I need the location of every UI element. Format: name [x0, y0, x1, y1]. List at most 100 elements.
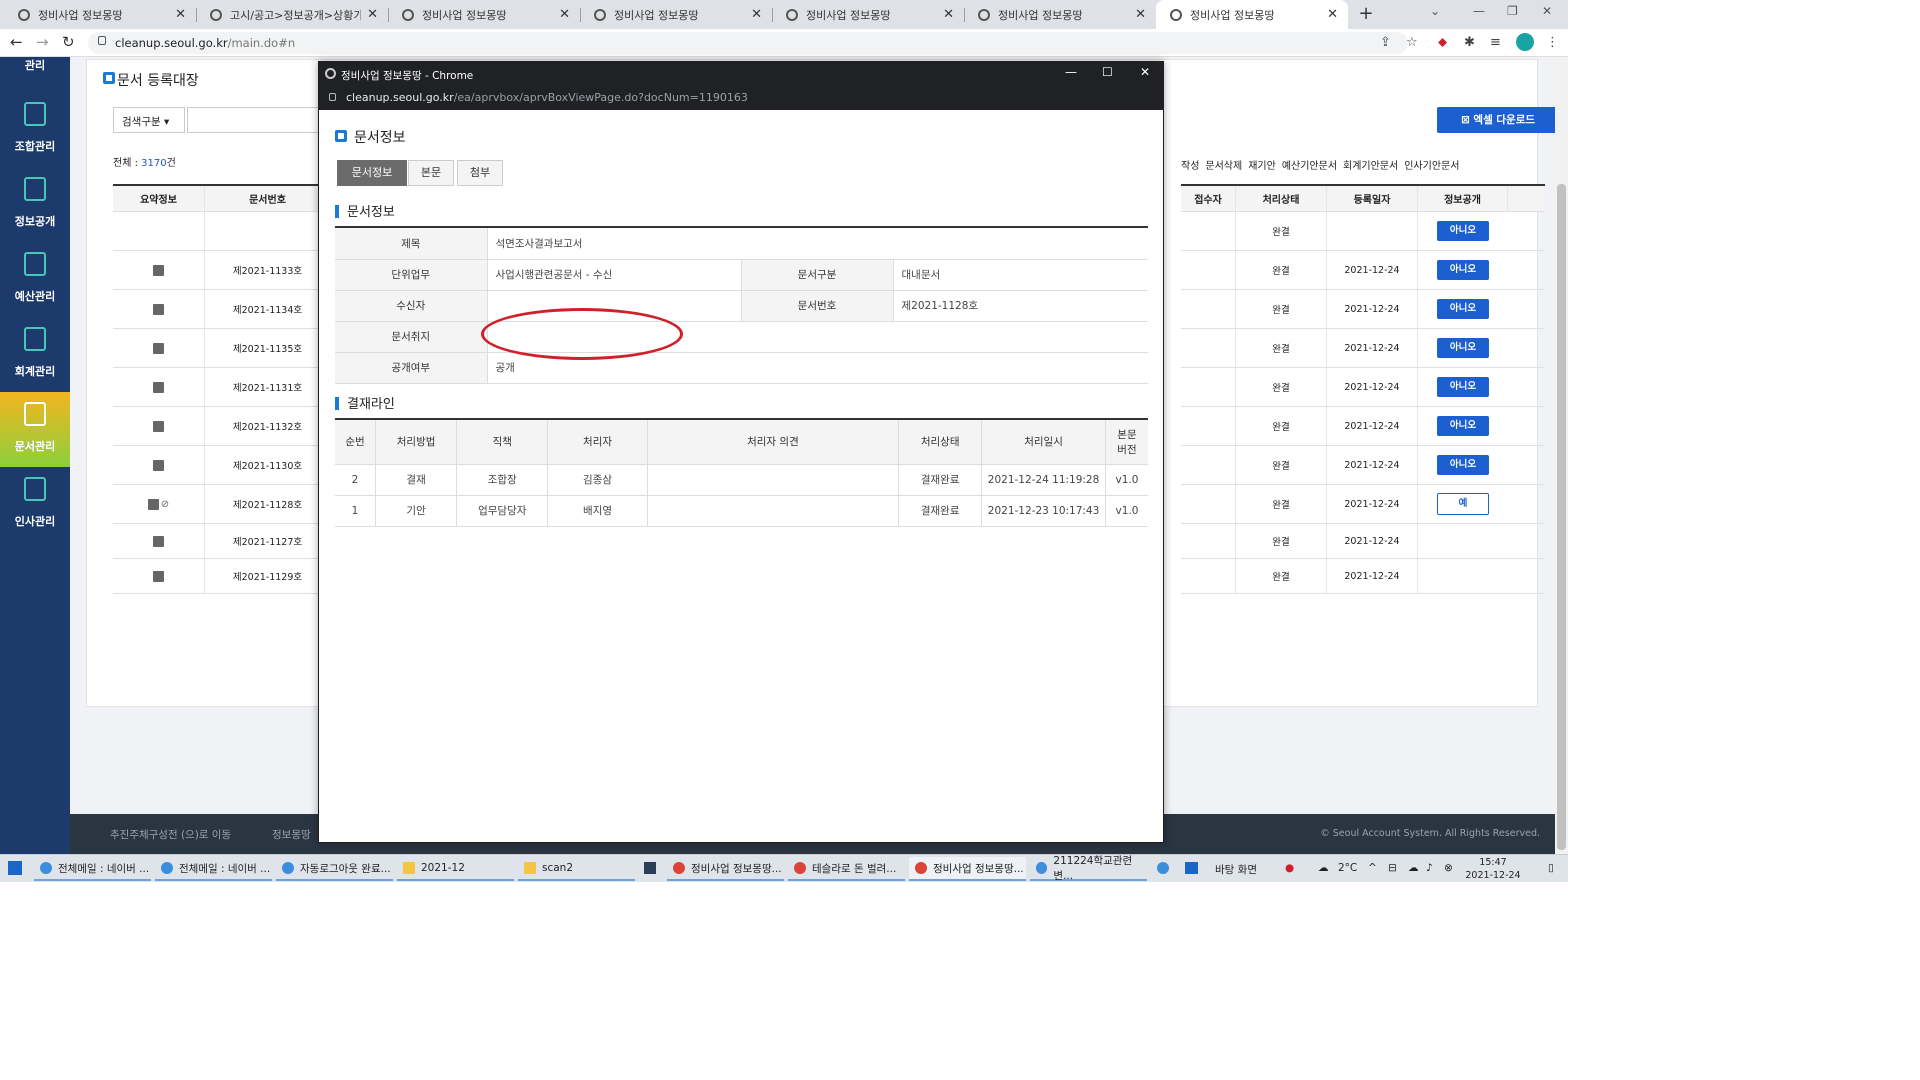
table-row[interactable]: 완결 2021-12-24 아니오: [1181, 329, 1545, 368]
document-icon[interactable]: [153, 535, 164, 547]
page-scrollbar[interactable]: [1555, 57, 1568, 854]
table-row[interactable]: 제2021-1130호: [113, 446, 333, 485]
sidenav-item[interactable]: 정보공개: [0, 167, 70, 242]
document-icon[interactable]: [153, 420, 164, 432]
table-row[interactable]: 완결 2021-12-24 아니오: [1181, 407, 1545, 446]
tab-close-icon[interactable]: ✕: [1135, 7, 1146, 22]
desktop-label[interactable]: 바탕 화면: [1215, 862, 1257, 877]
table-row[interactable]: 제2021-1129호: [113, 559, 333, 594]
public-toggle-button[interactable]: 아니오: [1437, 260, 1489, 280]
document-icon[interactable]: [153, 264, 164, 276]
browser-tab[interactable]: 정비사업 정보몽땅 ✕: [964, 0, 1156, 29]
action-link[interactable]: 회계기안문서: [1343, 161, 1398, 172]
public-toggle-button[interactable]: 아니오: [1437, 455, 1489, 475]
taskbar-item[interactable]: 정비사업 정보몽땅...: [667, 857, 784, 881]
notification-center-icon[interactable]: ▯: [1548, 862, 1554, 874]
document-icon[interactable]: [153, 303, 164, 315]
popup-tab[interactable]: 본문: [408, 160, 454, 186]
tab-search-icon[interactable]: ⌄: [1430, 4, 1440, 18]
document-icon[interactable]: [153, 459, 164, 471]
volume-icon[interactable]: ♪: [1426, 862, 1433, 874]
popup-maximize-icon[interactable]: ☐: [1102, 65, 1113, 79]
tab-close-icon[interactable]: ✕: [175, 7, 186, 22]
taskbar-item[interactable]: scan2: [518, 857, 635, 881]
address-bar[interactable]: cleanup.seoul.go.kr/main.do#n: [88, 32, 1408, 54]
action-link[interactable]: 문서삭제: [1205, 161, 1242, 172]
tab-close-icon[interactable]: ✕: [367, 7, 378, 22]
taskbar-item[interactable]: 211224학교관련변...: [1030, 855, 1147, 882]
action-link[interactable]: 예산기안문서: [1282, 161, 1337, 172]
browser-tab[interactable]: 정비사업 정보몽땅 ✕: [4, 0, 196, 29]
taskbar-item[interactable]: 테슬라로 돈 벌려...: [788, 857, 905, 881]
footer-link-info[interactable]: 정보몽땅: [272, 827, 311, 842]
document-icon[interactable]: [153, 342, 164, 354]
public-toggle-button[interactable]: 아니오: [1437, 221, 1489, 241]
sidenav-item[interactable]: 예산관리: [0, 242, 70, 317]
onedrive-icon[interactable]: ☁: [1408, 862, 1419, 874]
table-row[interactable]: 완결 2021-12-24 아니오: [1181, 368, 1545, 407]
taskbar-item[interactable]: 정비사업 정보몽땅...: [909, 857, 1026, 881]
network-icon[interactable]: ⊟: [1388, 862, 1397, 874]
public-toggle-button[interactable]: 아니오: [1437, 377, 1489, 397]
notification-alert-icon[interactable]: ●: [1285, 862, 1294, 874]
document-icon[interactable]: [153, 381, 164, 393]
sidenav-item[interactable]: 문서관리: [0, 392, 70, 467]
extensions-icon[interactable]: ✱: [1464, 35, 1475, 50]
popup-minimize-icon[interactable]: —: [1065, 65, 1077, 79]
bookmark-star-icon[interactable]: ☆: [1406, 35, 1418, 50]
table-row[interactable]: 완결 2021-12-24: [1181, 524, 1545, 559]
profile-avatar[interactable]: [1516, 33, 1534, 51]
browser-tab[interactable]: 고시/공고>정보공개>상황가락 ✕: [196, 0, 388, 29]
table-row[interactable]: 제2021-1131호: [113, 368, 333, 407]
search-input[interactable]: [187, 107, 337, 133]
table-row[interactable]: ⊘ 제2021-1128호: [113, 485, 333, 524]
share-icon[interactable]: ⇪: [1380, 35, 1391, 50]
taskbar-item[interactable]: 전체메일 : 네이버 ...: [155, 857, 272, 881]
close-window-icon[interactable]: ✕: [1542, 4, 1552, 18]
reading-list-icon[interactable]: ≡: [1490, 35, 1501, 50]
footer-link-move[interactable]: 추진주체구성전 (으)로 이동: [110, 827, 231, 842]
excel-download-button[interactable]: ⊠ 엑셀 다운로드: [1437, 107, 1559, 133]
back-icon[interactable]: ←: [10, 33, 23, 51]
table-row[interactable]: 제2021-1135호: [113, 329, 333, 368]
table-row[interactable]: 제2021-1133호: [113, 251, 333, 290]
search-type-select[interactable]: 검색구분 ▾: [113, 107, 185, 133]
browser-tab[interactable]: 정비사업 정보몽땅 ✕: [1156, 0, 1348, 29]
windows-start-icon[interactable]: [8, 861, 22, 875]
task-view-icon[interactable]: [644, 862, 656, 874]
taskbar-item[interactable]: 자동로그아웃 완료...: [276, 857, 393, 881]
table-row[interactable]: 완결 아니오: [1181, 212, 1545, 251]
minimize-icon[interactable]: —: [1473, 4, 1485, 18]
scroll-thumb[interactable]: [1557, 184, 1566, 850]
table-row[interactable]: 제2021-1132호: [113, 407, 333, 446]
sidenav-item[interactable]: 인사관리: [0, 467, 70, 542]
tray-chevron-icon[interactable]: ^: [1368, 862, 1377, 874]
public-toggle-button[interactable]: 아니오: [1437, 299, 1489, 319]
tab-close-icon[interactable]: ✕: [751, 7, 762, 22]
clock[interactable]: 15:47 2021-12-24: [1464, 856, 1522, 882]
document-icon[interactable]: [153, 570, 164, 582]
outlook-icon[interactable]: [1185, 862, 1198, 874]
public-toggle-button[interactable]: 아니오: [1437, 416, 1489, 436]
tab-close-icon[interactable]: ✕: [559, 7, 570, 22]
action-link[interactable]: 인사기안문서: [1404, 161, 1459, 172]
popup-close-icon[interactable]: ✕: [1140, 65, 1150, 79]
taskbar-item[interactable]: 2021-12: [397, 857, 514, 881]
public-toggle-button[interactable]: 예: [1437, 493, 1489, 515]
maximize-icon[interactable]: ❐: [1507, 4, 1518, 18]
table-row[interactable]: [113, 212, 333, 251]
public-toggle-button[interactable]: 아니오: [1437, 338, 1489, 358]
document-icon[interactable]: [147, 498, 159, 510]
browser-tab[interactable]: 정비사업 정보몽땅 ✕: [772, 0, 964, 29]
pdf-extension-icon[interactable]: ⬥: [1438, 35, 1447, 50]
forward-icon[interactable]: →: [36, 33, 49, 51]
action-link[interactable]: 작성: [1181, 161, 1199, 172]
popup-tab[interactable]: 첨부: [457, 160, 503, 186]
table-row[interactable]: 제2021-1127호: [113, 524, 333, 559]
menu-icon[interactable]: ⋮: [1546, 35, 1559, 50]
sidenav-item[interactable]: 회계관리: [0, 317, 70, 392]
action-link[interactable]: 재기안: [1248, 161, 1276, 172]
tab-close-icon[interactable]: ✕: [1327, 7, 1338, 22]
edge-pinned-icon[interactable]: [1157, 862, 1169, 874]
table-row[interactable]: 완결 2021-12-24 아니오: [1181, 446, 1545, 485]
